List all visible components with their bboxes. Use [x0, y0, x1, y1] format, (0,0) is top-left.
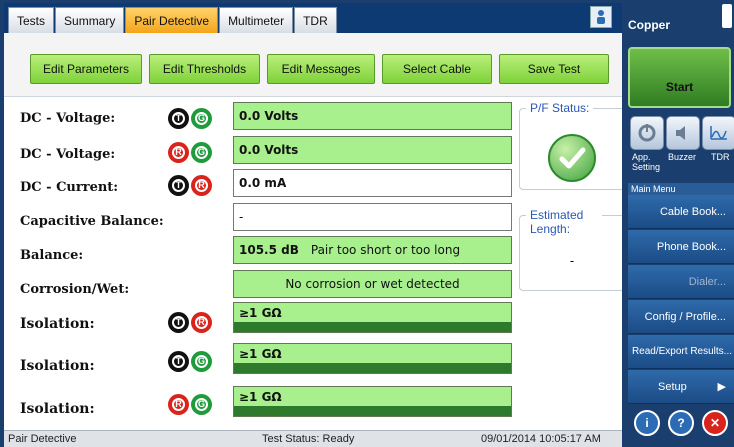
app-window: Tests Summary Pair Detective Multimeter … [0, 0, 734, 447]
help-icon[interactable]: ? [668, 410, 694, 436]
tab-tdr[interactable]: TDR [294, 7, 337, 33]
dc-voltage-rg-value: 0.0 Volts [233, 136, 512, 164]
close-icon[interactable]: ✕ [702, 410, 728, 436]
toolbar: Edit Parameters Edit Thresholds Edit Mes… [4, 33, 622, 97]
isolation-tr-label: Isolation: [20, 316, 95, 332]
balance-value: 105.5 dB Pair too short or too long [233, 236, 512, 264]
menu-cable-book[interactable]: Cable Book... [628, 195, 734, 229]
isolation-bar [234, 322, 511, 332]
app-setting-label: App. Setting [632, 152, 661, 172]
pass-checkmark-icon [548, 134, 596, 182]
menu-phone-book[interactable]: Phone Book... [628, 230, 734, 264]
pf-status-panel: P/F Status: [519, 101, 625, 190]
dc-current-label: DC - Current: [20, 180, 119, 195]
isolation-bar [234, 406, 511, 416]
ground-badge-icon: G [191, 394, 212, 415]
capacitive-balance-value: - [233, 203, 512, 231]
chevron-right-icon: ▶ [717, 381, 726, 393]
isolation-tr-value: ≥1 GΩ [233, 302, 512, 333]
menu-setup[interactable]: Setup ▶ [628, 370, 734, 404]
tab-tests[interactable]: Tests [8, 7, 55, 33]
speaker-icon[interactable] [666, 116, 700, 150]
isolation-tg-label: Isolation: [20, 358, 95, 374]
edit-parameters-button[interactable]: Edit Parameters [30, 54, 142, 84]
start-button[interactable]: Start [628, 47, 731, 108]
edit-messages-button[interactable]: Edit Messages [267, 54, 375, 84]
tip-badge-icon: T [168, 351, 189, 372]
pf-status-title: P/F Status: [526, 101, 594, 115]
save-test-button[interactable]: Save Test [499, 54, 609, 84]
tab-multimeter[interactable]: Multimeter [219, 7, 294, 33]
balance-label: Balance: [20, 248, 84, 263]
ground-badge-icon: G [191, 142, 212, 163]
ring-badge-icon: R [168, 142, 189, 163]
tip-badge-icon: T [168, 312, 189, 333]
tdr-graph-icon[interactable] [702, 116, 734, 150]
isolation-rg-label: Isolation: [20, 401, 95, 417]
corrosion-wet-value: No corrosion or wet detected [233, 270, 512, 298]
ring-badge-icon: R [168, 394, 189, 415]
menu-config-profile[interactable]: Config / Profile... [628, 300, 734, 334]
estimated-length-panel: Estimated Length: - [519, 208, 625, 291]
dc-voltage-tg-label: DC - Voltage: [20, 111, 116, 126]
tip-badge-icon: T [168, 175, 189, 196]
menu-dialer[interactable]: Dialer... [628, 265, 734, 299]
status-left: Pair Detective [8, 433, 77, 445]
status-bar: Pair Detective Test Status: Ready 09/01/… [4, 430, 622, 447]
tab-pair-detective[interactable]: Pair Detective [125, 7, 219, 33]
tdr-label: TDR [711, 152, 730, 162]
buzzer-label: Buzzer [668, 152, 697, 162]
ground-badge-icon: G [191, 108, 212, 129]
main-menu-title: Main Menu [628, 183, 734, 195]
isolation-rg-value: ≥1 GΩ [233, 386, 512, 417]
ring-badge-icon: R [191, 312, 212, 333]
dc-current-value: 0.0 mA [233, 169, 512, 197]
ground-badge-icon: G [191, 351, 212, 372]
sidebar-title: Copper [628, 18, 670, 32]
tab-bar: Tests Summary Pair Detective Multimeter … [4, 3, 622, 33]
date-time: 09/01/2014 10:05:17 AM [481, 433, 601, 445]
menu-read-export-results[interactable]: Read/Export Results... [628, 335, 734, 369]
tip-badge-icon: T [168, 108, 189, 129]
dc-voltage-rg-label: DC - Voltage: [20, 147, 116, 162]
estimated-length-title: Estimated Length: [526, 208, 602, 236]
estimated-length-value: - [569, 254, 575, 268]
main-pane: Tests Summary Pair Detective Multimeter … [0, 0, 625, 447]
ring-badge-icon: R [191, 175, 212, 196]
isolation-tg-value: ≥1 GΩ [233, 343, 512, 374]
capacitive-balance-label: Capacitive Balance: [20, 214, 164, 229]
isolation-bar [234, 363, 511, 373]
select-cable-button[interactable]: Select Cable [382, 54, 492, 84]
wrench-icon[interactable] [630, 116, 664, 150]
battery-icon [722, 4, 732, 28]
person-help-icon[interactable] [590, 6, 612, 28]
info-icon[interactable]: i [634, 410, 660, 436]
edit-thresholds-button[interactable]: Edit Thresholds [149, 54, 260, 84]
test-status: Test Status: Ready [262, 433, 355, 445]
tab-summary[interactable]: Summary [55, 7, 125, 33]
sidebar: Copper Start App. Setting Buzzer TDR Mai… [622, 0, 734, 444]
setup-label: Setup [658, 380, 687, 393]
corrosion-wet-label: Corrosion/Wet: [20, 282, 130, 297]
dc-voltage-tg-value: 0.0 Volts [233, 102, 512, 130]
